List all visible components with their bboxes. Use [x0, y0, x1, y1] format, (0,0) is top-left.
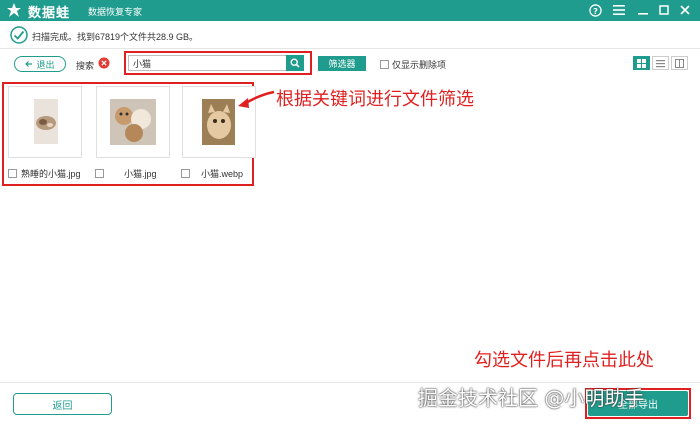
- title-bar: 数据蛙 数据恢复专家 ?: [0, 0, 700, 21]
- view-list-button[interactable]: [652, 56, 669, 70]
- app-subtitle: 数据恢复专家: [88, 7, 143, 17]
- scan-result-text: 扫描完成。找到67819个文件共28.9 GB。: [32, 32, 199, 42]
- toolbar: 退出 搜索 筛选器 仅显示删除项: [0, 49, 700, 79]
- back-button[interactable]: 返回: [13, 393, 112, 415]
- grid-view-icon: [637, 58, 646, 68]
- minimize-icon[interactable]: [635, 2, 651, 18]
- file-item[interactable]: 小猫.jpg: [95, 167, 157, 180]
- file-checkbox[interactable]: [8, 169, 17, 178]
- file-thumbnail[interactable]: [8, 86, 82, 158]
- only-deleted-checkbox[interactable]: [380, 60, 389, 69]
- file-checkbox[interactable]: [95, 169, 104, 178]
- back-arrow-icon: [25, 61, 33, 67]
- cat-thumbnail-image: [110, 99, 156, 145]
- file-item[interactable]: 熟睡的小猫.jpg: [8, 167, 81, 180]
- select-hint-annotation: 勾选文件后再点击此处: [474, 350, 654, 371]
- file-thumbnail[interactable]: [96, 86, 170, 158]
- watermark-text: 掘金技术社区 @小明助手: [418, 386, 645, 410]
- help-icon[interactable]: ?: [587, 2, 603, 18]
- list-view-icon: [656, 59, 665, 67]
- clear-search-icon[interactable]: [98, 57, 110, 69]
- annotation-arrow: [238, 90, 275, 108]
- file-name: 小猫.jpg: [124, 169, 157, 179]
- only-deleted-option[interactable]: 仅显示删除项: [380, 58, 446, 71]
- maximize-icon[interactable]: [656, 2, 672, 18]
- app-logo-icon: [7, 3, 21, 17]
- filter-hint-annotation: 根据关键词进行文件筛选: [276, 89, 474, 110]
- detail-view-icon: [675, 58, 684, 68]
- app-name: 数据蛙: [28, 5, 71, 20]
- view-detail-button[interactable]: [671, 56, 688, 70]
- close-icon[interactable]: [677, 2, 693, 18]
- check-circle-icon: [10, 26, 28, 44]
- exit-label: 退出: [36, 59, 55, 70]
- only-deleted-label: 仅显示删除项: [392, 60, 447, 70]
- search-highlight-frame: [124, 51, 312, 75]
- file-name: 熟睡的小猫.jpg: [21, 169, 81, 179]
- filter-button[interactable]: 筛选器: [318, 56, 366, 71]
- view-thumbnail-button[interactable]: [633, 56, 650, 70]
- cat-thumbnail-image: [34, 99, 58, 144]
- cat-thumbnail-image: [202, 99, 235, 145]
- exit-button[interactable]: 退出: [14, 56, 66, 72]
- menu-icon[interactable]: [611, 2, 627, 18]
- scan-status-bar: 扫描完成。找到67819个文件共28.9 GB。: [0, 21, 700, 49]
- file-checkbox[interactable]: [181, 169, 190, 178]
- file-item[interactable]: 小猫.webp: [181, 167, 243, 180]
- search-label: 搜索: [76, 61, 95, 71]
- file-name: 小猫.webp: [201, 169, 244, 179]
- svg-text:?: ?: [593, 5, 598, 15]
